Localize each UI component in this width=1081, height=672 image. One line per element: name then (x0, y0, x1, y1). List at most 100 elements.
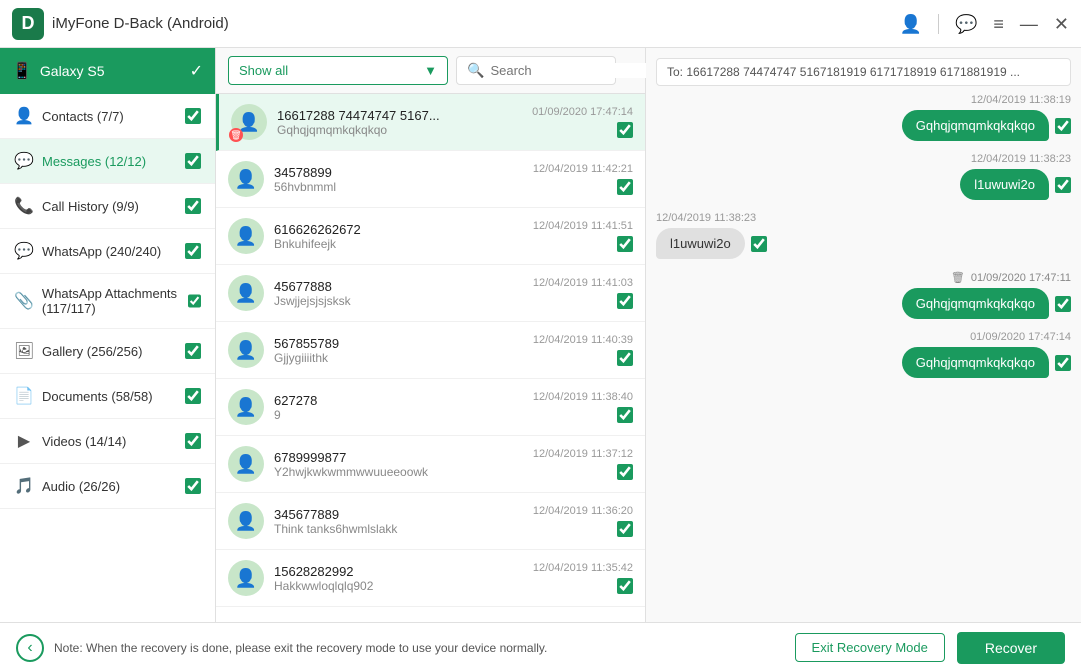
whatsapp-checkbox[interactable] (185, 243, 201, 259)
sidebar-item-gallery[interactable]: 🖼 Gallery (256/256) (0, 329, 215, 374)
documents-icon: 📄 (14, 386, 34, 406)
message-meta: 12/04/2019 11:41:51 (533, 220, 633, 252)
contacts-checkbox[interactable] (185, 108, 201, 124)
message-item[interactable]: 👤 45677888 Jswjjejsjsjsksk 12/04/2019 11… (216, 265, 645, 322)
sidebar-label-whatsappattach: WhatsApp Attachments (117/117) (42, 286, 188, 316)
message-preview: Y2hwjkwkwmmwwuueeoowk (274, 465, 523, 479)
message-time: 12/04/2019 11:36:20 (533, 505, 633, 517)
message-checkbox[interactable] (617, 578, 633, 594)
search-input[interactable] (490, 63, 666, 78)
search-icon: 🔍 (467, 62, 484, 79)
messages-panel: Show all ▼ 🔍 👤 🗑 16617288 74474747 5167.… (216, 48, 646, 622)
message-item[interactable]: 👤 627278 9 12/04/2019 11:38:40 (216, 379, 645, 436)
chat-bubble-right: l1uwuwi2o (960, 169, 1071, 200)
message-checkbox[interactable] (617, 122, 633, 138)
message-checkbox[interactable] (617, 236, 633, 252)
message-checkbox[interactable] (617, 179, 633, 195)
title-bar-left: D iMyFone D-Back (Android) (12, 8, 229, 40)
chat-bubble: Gqhqjqmqmkqkqkqo (902, 110, 1049, 141)
chat-checkbox[interactable] (751, 236, 767, 252)
chat-panel: To: 16617288 74474747 5167181919 6171718… (646, 48, 1081, 622)
message-checkbox[interactable] (617, 293, 633, 309)
profile-icon[interactable]: 👤 (900, 15, 922, 33)
message-item[interactable]: 👤 6789999877 Y2hwjkwkwmmwwuueeoowk 12/04… (216, 436, 645, 493)
message-item[interactable]: 👤 🗑 16617288 74474747 5167... Gqhqjqmqmk… (216, 94, 645, 151)
documents-checkbox[interactable] (185, 388, 201, 404)
message-preview: Think tanks6hwmlslakk (274, 522, 523, 536)
chat-checkbox[interactable] (1055, 118, 1071, 134)
sidebar-label-documents: Documents (58/58) (42, 389, 153, 404)
sidebar-item-documents[interactable]: 📄 Documents (58/58) (0, 374, 215, 419)
whatsapp-icon: 💬 (14, 241, 34, 261)
sidebar-item-callhistory[interactable]: 📞 Call History (9/9) (0, 184, 215, 229)
back-button[interactable]: ‹ (16, 634, 44, 662)
menu-icon[interactable]: ≡ (993, 15, 1004, 33)
chat-group: 12/04/2019 11:38:19 Gqhqjqmqmkqkqkqo (656, 94, 1071, 141)
chat-checkbox[interactable] (1055, 177, 1071, 193)
message-preview: Bnkuhifeejk (274, 237, 523, 251)
avatar: 👤 (228, 332, 264, 368)
message-body: 34578899 56hvbnmml (274, 165, 523, 194)
sidebar-item-whatsapp[interactable]: 💬 WhatsApp (240/240) (0, 229, 215, 274)
content-header: Show all ▼ 🔍 (216, 48, 645, 94)
device-icon: 📱 (12, 61, 32, 81)
sidebar-label-audio: Audio (26/26) (42, 479, 120, 494)
message-checkbox[interactable] (617, 350, 633, 366)
chat-group: 01/09/2020 17:47:14 Gqhqjqmqmkqkqkqo (656, 331, 1071, 378)
message-checkbox[interactable] (617, 407, 633, 423)
message-item[interactable]: 👤 15628282992 Hakkwwloqlqlq902 12/04/201… (216, 550, 645, 607)
sidebar-item-audio[interactable]: 🎵 Audio (26/26) (0, 464, 215, 509)
filter-dropdown[interactable]: Show all ▼ (228, 56, 448, 85)
chat-group: 12/04/2019 11:38:23 l1uwuwi2o (656, 212, 1071, 259)
videos-checkbox[interactable] (185, 433, 201, 449)
minimize-icon[interactable]: — (1020, 15, 1038, 33)
chat-date: 12/04/2019 11:38:23 (971, 153, 1071, 165)
message-checkbox[interactable] (617, 521, 633, 537)
bottom-left: ‹ Note: When the recovery is done, pleas… (16, 634, 547, 662)
message-preview: Gjjygiiiithk (274, 351, 523, 365)
chat-checkbox[interactable] (1055, 296, 1071, 312)
message-item[interactable]: 👤 345677889 Think tanks6hwmlslakk 12/04/… (216, 493, 645, 550)
app-logo: D (12, 8, 44, 40)
message-number: 567855789 (274, 336, 523, 351)
recover-button[interactable]: Recover (957, 632, 1065, 664)
message-meta: 12/04/2019 11:36:20 (533, 505, 633, 537)
sidebar-item-contacts[interactable]: 👤 Contacts (7/7) (0, 94, 215, 139)
callhistory-icon: 📞 (14, 196, 34, 216)
message-body: 6789999877 Y2hwjkwkwmmwwuueeoowk (274, 450, 523, 479)
delete-time: 01/09/2020 17:47:11 (971, 272, 1071, 284)
sidebar-item-messages[interactable]: 💬 Messages (12/12) (0, 139, 215, 184)
message-number: 45677888 (274, 279, 523, 294)
message-body: 15628282992 Hakkwwloqlqlq902 (274, 564, 523, 593)
message-item[interactable]: 👤 616626262672 Bnkuhifeejk 12/04/2019 11… (216, 208, 645, 265)
message-meta: 12/04/2019 11:35:42 (533, 562, 633, 594)
message-checkbox[interactable] (617, 464, 633, 480)
callhistory-checkbox[interactable] (185, 198, 201, 214)
chat-icon[interactable]: 💬 (955, 15, 977, 33)
messages-checkbox[interactable] (185, 153, 201, 169)
gallery-checkbox[interactable] (185, 343, 201, 359)
avatar: 👤 (228, 218, 264, 254)
message-body: 616626262672 Bnkuhifeejk (274, 222, 523, 251)
chat-messages: 12/04/2019 11:38:19 Gqhqjqmqmkqkqkqo 12/… (656, 94, 1071, 378)
exit-recovery-button[interactable]: Exit Recovery Mode (795, 633, 945, 662)
message-body: 567855789 Gjjygiiiithk (274, 336, 523, 365)
chat-checkbox[interactable] (1055, 355, 1071, 371)
sidebar-label-videos: Videos (14/14) (42, 434, 126, 449)
sidebar-item-videos[interactable]: ▶ Videos (14/14) (0, 419, 215, 464)
app-title: iMyFone D-Back (Android) (52, 15, 229, 32)
avatar: 👤 (228, 275, 264, 311)
title-bar-right: 👤 💬 ≡ — ✕ (900, 14, 1069, 34)
chat-date: 01/09/2020 17:47:14 (970, 331, 1071, 343)
message-item[interactable]: 👤 567855789 Gjjygiiiithk 12/04/2019 11:4… (216, 322, 645, 379)
message-meta: 12/04/2019 11:40:39 (533, 334, 633, 366)
message-preview: Jswjjejsjsjsksk (274, 294, 523, 308)
whatsappattach-checkbox[interactable] (188, 293, 201, 309)
message-item[interactable]: 👤 34578899 56hvbnmml 12/04/2019 11:42:21 (216, 151, 645, 208)
close-icon[interactable]: ✕ (1054, 15, 1069, 33)
message-body: 345677889 Think tanks6hwmlslakk (274, 507, 523, 536)
audio-checkbox[interactable] (185, 478, 201, 494)
chat-group: 🗑 01/09/2020 17:47:11 Gqhqjqmqmkqkqkqo (656, 271, 1071, 319)
sidebar-item-whatsappattach[interactable]: 📎 WhatsApp Attachments (117/117) (0, 274, 215, 329)
main-content: 📱 Galaxy S5 ✓ 👤 Contacts (7/7) 💬 Message… (0, 48, 1081, 622)
